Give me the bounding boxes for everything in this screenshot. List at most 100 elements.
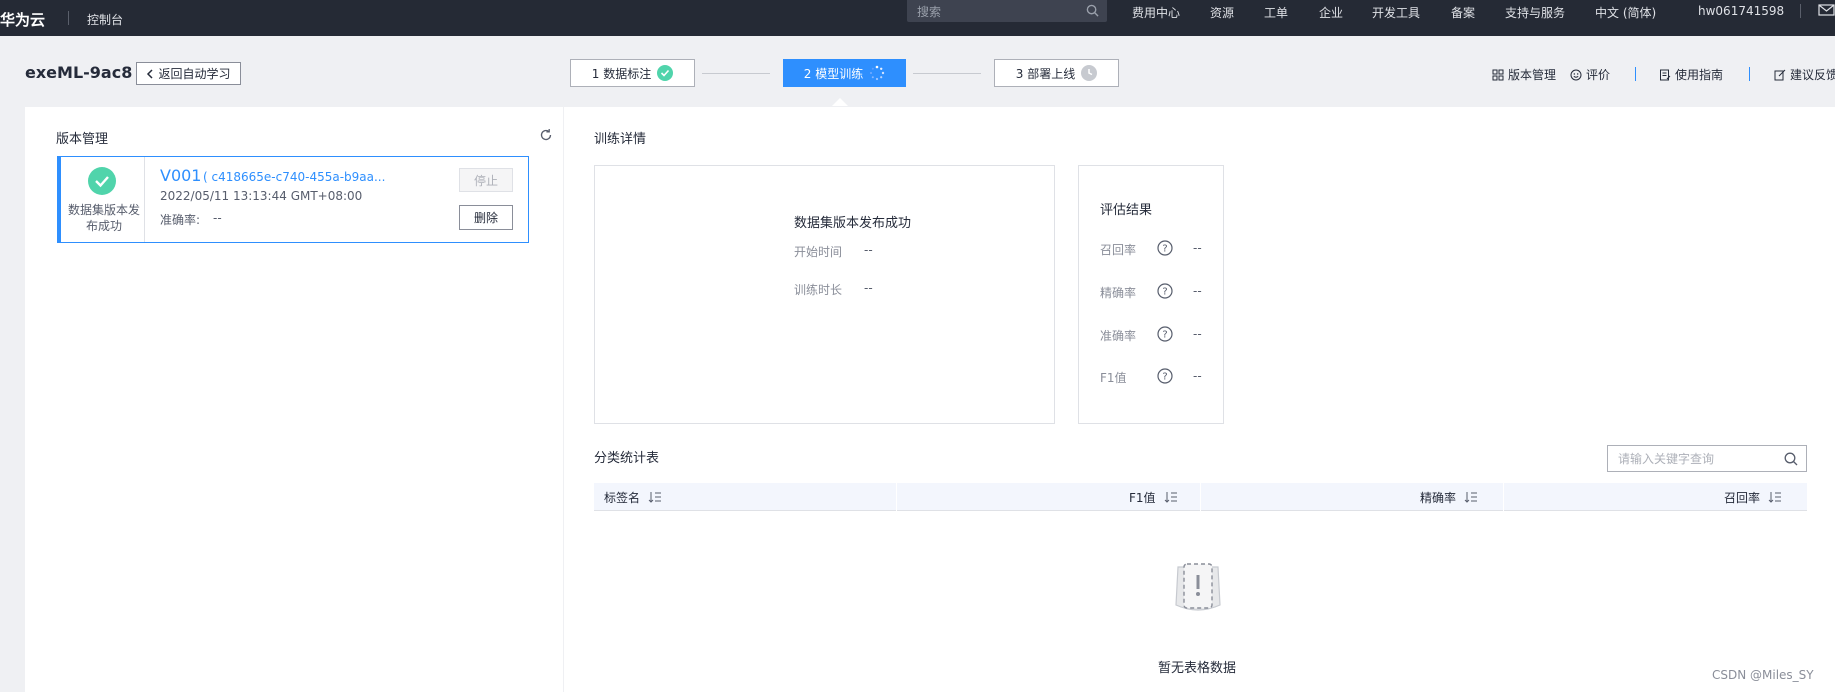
rate-link[interactable]: 评价: [1570, 66, 1610, 83]
version-management-link[interactable]: 版本管理: [1492, 66, 1556, 83]
help-icon[interactable]: ?: [1157, 326, 1173, 342]
start-time-label: 开始时间: [794, 245, 843, 259]
link-label: 版本管理: [1508, 68, 1557, 82]
column-divider: [896, 483, 897, 511]
back-to-automl-button[interactable]: 返回自动学习: [136, 62, 241, 85]
evaluation-title: 评估结果: [1100, 203, 1153, 218]
svg-text:?: ?: [1162, 330, 1167, 341]
nav-support[interactable]: 支持与服务: [1505, 4, 1565, 21]
column-title: F1值: [1129, 490, 1156, 505]
clock-icon: [1081, 65, 1098, 81]
success-check-icon: [88, 167, 116, 195]
help-icon[interactable]: ?: [1157, 283, 1173, 299]
nav-icp[interactable]: 备案: [1451, 4, 1475, 21]
mail-icon[interactable]: [1818, 4, 1835, 16]
back-button-label: 返回自动学习: [158, 67, 231, 81]
empty-data-icon: [1175, 563, 1221, 611]
link-label: 使用指南: [1675, 68, 1724, 82]
loading-spinner-icon: [870, 65, 885, 81]
feedback-link[interactable]: 建议反馈: [1774, 66, 1835, 83]
duration-value: --: [864, 281, 873, 295]
version-management-panel: 版本管理 数据集版本发布成功 V001 ( c418665e-c740-455a…: [25, 107, 563, 692]
refresh-icon[interactable]: [539, 128, 553, 142]
stop-button: 停止: [459, 168, 513, 192]
nav-resources[interactable]: 资源: [1210, 4, 1234, 21]
global-search-input[interactable]: 搜索: [907, 0, 1107, 22]
sort-icon[interactable]: [1768, 491, 1782, 503]
delete-button[interactable]: 删除: [459, 205, 513, 230]
grid-icon: [1492, 69, 1504, 80]
nav-tickets[interactable]: 工单: [1264, 4, 1288, 21]
divider: [1635, 67, 1636, 81]
sort-icon[interactable]: [648, 491, 662, 503]
step-deployment[interactable]: 3 部署上线: [994, 59, 1119, 87]
step-data-labeling[interactable]: 1 数据标注: [570, 59, 695, 87]
help-icon[interactable]: ?: [1157, 368, 1173, 384]
watermark: CSDN @Miles_SY: [1712, 668, 1814, 682]
divider: [1800, 4, 1801, 18]
sort-icon[interactable]: [1164, 491, 1178, 503]
panel-title: 版本管理: [56, 132, 109, 147]
nav-dev-tools[interactable]: 开发工具: [1372, 4, 1420, 21]
version-id: ( c418665e-c740-455a-b9aa...: [203, 170, 386, 184]
step-label: 3 部署上线: [1015, 66, 1076, 81]
edit-icon: [1774, 69, 1786, 80]
step-model-training[interactable]: 2 模型训练: [783, 59, 906, 87]
version-name[interactable]: V001: [160, 166, 201, 185]
project-title: exeML-9ac8: [25, 63, 133, 82]
duration-label: 训练时长: [794, 283, 843, 297]
nav-user[interactable]: hw061741598: [1698, 4, 1784, 18]
console-link[interactable]: 控制台: [87, 11, 123, 28]
top-navbar: 华为云 控制台 搜索 费用中心 资源 工单 企业 开发工具 备案 支持与服务 中…: [0, 0, 1835, 36]
panel-title: 训练详情: [594, 132, 647, 147]
evaluation-box: 评估结果 召回率 ? -- 精确率 ? -- 准确率 ? -- F1值 ? --: [1078, 165, 1224, 424]
stats-table-title: 分类统计表: [594, 451, 660, 466]
guide-icon: [1660, 69, 1671, 80]
keyword-search-box[interactable]: [1607, 445, 1807, 472]
keyword-search-input[interactable]: [1618, 450, 1778, 468]
step-label: 1 数据标注: [591, 66, 652, 81]
f1-label: F1值: [1100, 371, 1127, 385]
nav-enterprise[interactable]: 企业: [1319, 4, 1343, 21]
recall-value: --: [1193, 241, 1202, 255]
nav-billing[interactable]: 费用中心: [1132, 4, 1180, 21]
accuracy-label: 准确率:: [160, 213, 201, 227]
training-details-panel: 训练详情 数据集版本发布成功 开始时间 -- 训练时长 -- 评估结果 召回率 …: [564, 107, 1835, 692]
link-label: 评价: [1586, 68, 1611, 82]
search-icon[interactable]: [1784, 452, 1798, 466]
active-step-pointer: [832, 98, 848, 106]
nav-language[interactable]: 中文 (简体): [1595, 4, 1656, 21]
accuracy-label: 准确率: [1100, 329, 1137, 343]
version-status: 数据集版本发布成功: [61, 157, 145, 242]
help-icon[interactable]: ?: [1157, 240, 1173, 256]
brand-logo[interactable]: 华为云: [0, 9, 45, 30]
version-timestamp: 2022/05/11 13:13:44 GMT+08:00: [160, 189, 363, 203]
search-placeholder: 搜索: [917, 5, 942, 19]
sort-icon[interactable]: [1464, 491, 1478, 503]
version-card[interactable]: 数据集版本发布成功 V001 ( c418665e-c740-455a-b9aa…: [57, 156, 529, 243]
version-status-text: 数据集版本发布成功: [67, 203, 140, 233]
divider: [68, 11, 69, 25]
column-header-f1[interactable]: F1值: [1129, 483, 1178, 511]
accuracy-value: --: [1193, 327, 1202, 341]
svg-text:?: ?: [1162, 287, 1167, 298]
check-circle-icon: [657, 65, 674, 81]
precision-label: 精确率: [1100, 286, 1137, 300]
step-connector: [702, 73, 770, 74]
column-header-precision[interactable]: 精确率: [1420, 483, 1478, 511]
divider: [1749, 67, 1750, 81]
svg-text:?: ?: [1162, 372, 1167, 383]
svg-text:?: ?: [1162, 244, 1167, 255]
f1-value: --: [1193, 369, 1202, 383]
column-title: 标签名: [604, 490, 641, 505]
step-label: 2 模型训练: [803, 66, 864, 81]
user-guide-link[interactable]: 使用指南: [1659, 66, 1723, 83]
column-header-recall[interactable]: 召回率: [1724, 483, 1782, 511]
search-icon[interactable]: [1086, 4, 1099, 17]
accuracy-value: --: [213, 211, 222, 225]
column-divider: [1200, 483, 1201, 511]
step-connector: [913, 73, 981, 74]
column-title: 召回率: [1724, 490, 1761, 505]
column-header-label-name[interactable]: 标签名: [604, 483, 662, 511]
smile-icon: [1570, 69, 1582, 80]
